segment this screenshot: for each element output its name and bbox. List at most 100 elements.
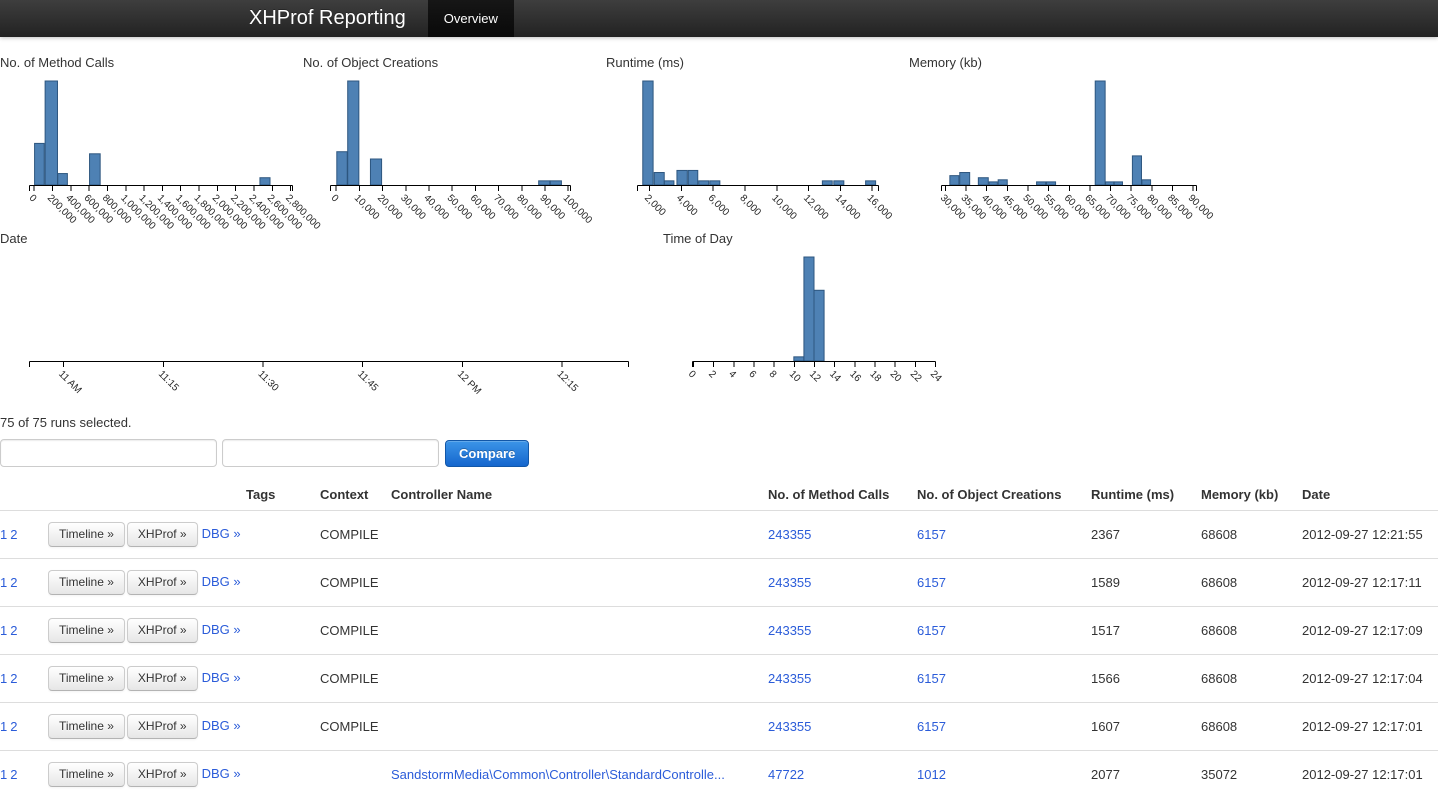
- timeline-button[interactable]: Timeline »: [48, 714, 125, 739]
- context-cell: [320, 750, 391, 793]
- compare-button[interactable]: Compare: [445, 439, 530, 467]
- chart-memory-plot: 30,00035,00040,00045,00050,00055,00060,0…: [938, 80, 1215, 222]
- method-calls-link[interactable]: 47722: [768, 767, 804, 782]
- axis-tick: 10,000: [769, 193, 799, 223]
- axis-tick-label: 11:45: [355, 369, 380, 394]
- compare-run-b-input[interactable]: [222, 439, 439, 467]
- dbg-link[interactable]: DBG »: [202, 670, 241, 685]
- object-creations-cell: 1012: [917, 750, 1091, 793]
- timeline-button[interactable]: Timeline »: [48, 666, 125, 691]
- method-calls-link[interactable]: 243355: [768, 527, 811, 542]
- run-page-1-link[interactable]: 1: [0, 671, 7, 686]
- histogram-bar: [34, 142, 45, 186]
- histogram-bar: [336, 151, 348, 186]
- method-calls-link[interactable]: 243355: [768, 671, 811, 686]
- run-page-1-link[interactable]: 1: [0, 767, 7, 782]
- timeline-button[interactable]: Timeline »: [48, 570, 125, 595]
- runtime-value: 1517: [1091, 623, 1120, 638]
- axis-tick: 24: [928, 369, 944, 385]
- memory-value: 68608: [1201, 671, 1238, 686]
- chart-time-of-day-plot: 0 2 4 6 8 10 12 14 16 18 20 22 24: [686, 256, 944, 385]
- memory-value: 68608: [1201, 527, 1238, 542]
- timeline-button[interactable]: Timeline »: [48, 762, 125, 787]
- date-cell: 2012-09-27 12:17:11: [1302, 558, 1438, 607]
- histogram-bar: [698, 180, 710, 186]
- xhprof-button[interactable]: XHProf »: [126, 762, 198, 787]
- axis-tick: 0: [329, 193, 341, 205]
- run-page-2-link[interactable]: 2: [10, 767, 17, 782]
- method-calls-link[interactable]: 243355: [768, 575, 811, 590]
- axis-tick: 18: [867, 369, 883, 385]
- chart-date-plot: 11 AM 11:15 11:30 11:45 12 PM 12:15: [29, 361, 629, 397]
- dbg-link[interactable]: DBG »: [202, 622, 241, 637]
- controller-cell: [391, 606, 768, 655]
- object-creations-link[interactable]: 6157: [917, 575, 946, 590]
- xhprof-button[interactable]: XHProf »: [126, 570, 198, 595]
- run-page-2-link[interactable]: 2: [10, 671, 17, 686]
- column-header-tags: Tags: [246, 487, 276, 502]
- run-page-1-link[interactable]: 1: [0, 575, 7, 590]
- method-calls-cell: 243355: [768, 510, 917, 559]
- timeline-button[interactable]: Timeline »: [48, 618, 125, 643]
- axis-tick: 12: [807, 369, 823, 385]
- table-row: 1 2 Timeline » XHProf » DBG » COMPILE 243355 61…: [0, 606, 1438, 655]
- date-cell: 2012-09-27 12:17:01: [1302, 702, 1438, 751]
- run-pages-cell: 12: [0, 654, 48, 703]
- xhprof-button[interactable]: XHProf »: [126, 666, 198, 691]
- run-page-2-link[interactable]: 2: [10, 575, 17, 590]
- axis-tick-label: 12 PM: [455, 369, 483, 397]
- axis-tick-label: 8,000: [737, 193, 763, 219]
- method-calls-link[interactable]: 243355: [768, 623, 811, 638]
- column-header-runtime-ms: Runtime (ms): [1091, 487, 1175, 502]
- xhprof-button[interactable]: XHProf »: [126, 522, 198, 547]
- axis-tick-label: 0: [686, 369, 698, 381]
- run-page-2-link[interactable]: 2: [10, 623, 17, 638]
- timeline-button[interactable]: Timeline »: [48, 522, 125, 547]
- run-page-1-link[interactable]: 1: [0, 527, 7, 542]
- histogram-bar: [687, 169, 699, 186]
- histogram-bar: [663, 180, 675, 186]
- run-page-2-link[interactable]: 2: [10, 719, 17, 734]
- run-page-2-link[interactable]: 2: [10, 527, 17, 542]
- run-pages-cell: 12: [0, 510, 48, 559]
- axis-tick-label: 8: [767, 369, 779, 381]
- histogram-bar: [997, 179, 1008, 186]
- object-creations-link[interactable]: 6157: [917, 527, 946, 542]
- histogram-bar: [803, 256, 815, 362]
- dbg-link[interactable]: DBG »: [202, 718, 241, 733]
- controller-link[interactable]: SandstormMedia\Common\Controller\Standar…: [391, 767, 725, 782]
- xhprof-button[interactable]: XHProf »: [126, 618, 198, 643]
- tab-overview[interactable]: Overview: [427, 0, 514, 37]
- chart-runtime: Runtime (ms) 2,000 4,000 6,000 8,000 10,000 12…: [606, 55, 906, 246]
- object-creations-link[interactable]: 1012: [917, 767, 946, 782]
- axis-tick-label: 0: [27, 193, 39, 205]
- axis-tick: 8,000: [737, 193, 763, 219]
- axis-tick-label: 4,000: [674, 193, 700, 219]
- axis-tick: 10: [787, 369, 803, 385]
- runtime-value: 1566: [1091, 671, 1120, 686]
- object-creations-link[interactable]: 6157: [917, 719, 946, 734]
- run-actions-cell: Timeline » XHProf » DBG »: [48, 750, 246, 793]
- run-page-1-link[interactable]: 1: [0, 719, 7, 734]
- method-calls-cell: 243355: [768, 702, 917, 751]
- axis-tick-label: 6,000: [706, 193, 732, 219]
- dbg-link[interactable]: DBG »: [202, 526, 241, 541]
- object-creations-link[interactable]: 6157: [917, 623, 946, 638]
- axis-tick: 11:30: [255, 369, 280, 394]
- histogram-bar: [1105, 181, 1115, 186]
- column-header-context: Context: [320, 487, 369, 502]
- object-creations-cell: 6157: [917, 558, 1091, 607]
- dbg-link[interactable]: DBG »: [202, 574, 241, 589]
- method-calls-link[interactable]: 243355: [768, 719, 811, 734]
- date-cell: 2012-09-27 12:17:01: [1302, 750, 1438, 793]
- histogram-bar: [977, 177, 989, 186]
- run-pages-cell: 12: [0, 750, 48, 793]
- xhprof-button[interactable]: XHProf »: [126, 714, 198, 739]
- date-value: 2012-09-27 12:17:01: [1302, 767, 1423, 782]
- compare-run-a-input[interactable]: [0, 439, 217, 467]
- runtime-cell: 2077: [1091, 750, 1201, 793]
- context-cell: COMPILE: [320, 654, 391, 703]
- run-page-1-link[interactable]: 1: [0, 623, 7, 638]
- dbg-link[interactable]: DBG »: [202, 766, 241, 781]
- object-creations-link[interactable]: 6157: [917, 671, 946, 686]
